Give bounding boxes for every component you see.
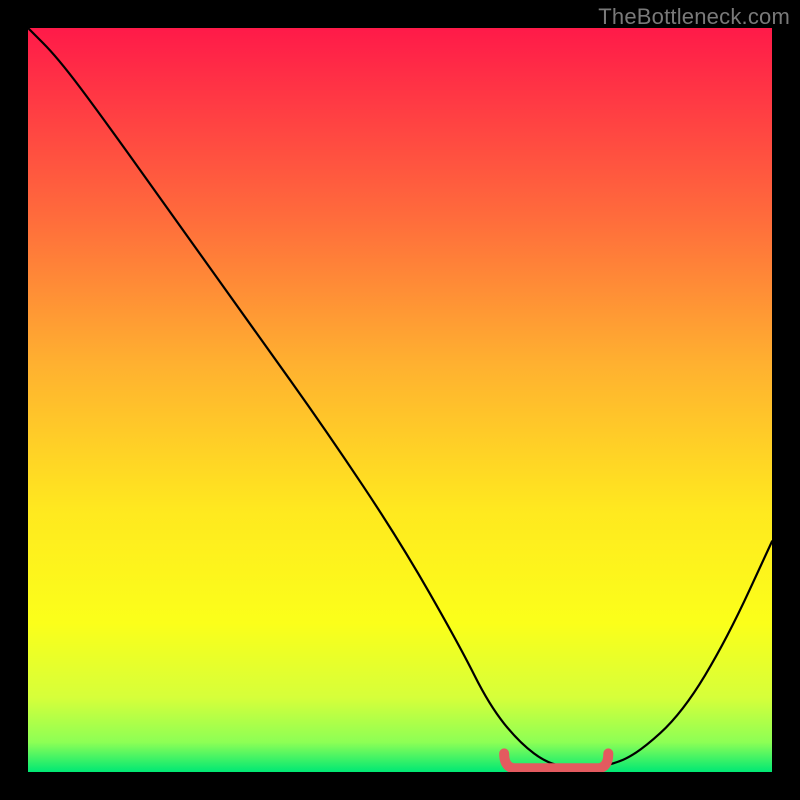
plot-background [28,28,772,772]
watermark-text: TheBottleneck.com [598,4,790,30]
chart-frame: TheBottleneck.com [0,0,800,800]
bottleneck-plot [28,28,772,772]
